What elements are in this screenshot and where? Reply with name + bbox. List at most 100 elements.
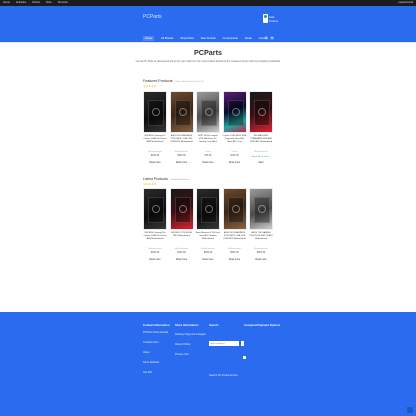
footer-link[interactable]: Delivery Payment Charges <box>175 333 206 336</box>
nav-item-shop[interactable]: Shop Parts <box>180 37 193 40</box>
product-image[interactable] <box>222 91 247 133</box>
product-image[interactable] <box>143 91 167 133</box>
search-input[interactable] <box>209 341 239 346</box>
product-title[interactable]: Corsair iCUE 4000X RGB Tempered Glass Mi… <box>223 135 247 144</box>
cart-summary[interactable]: Cart 0 Items <box>269 15 278 23</box>
nav-item-new[interactable]: New Arrivals <box>201 37 216 40</box>
product-card[interactable]: Asus Maximus Z790 Dark Hero ATX Gaming M… <box>196 188 220 268</box>
footer-payment: Accepted Payment Options <box>244 323 280 331</box>
site-logo[interactable]: PCParts <box>143 14 162 20</box>
product-card[interactable]: MSI B550 Gaming Pro Carbon LGA1700 Socke… <box>143 91 167 171</box>
product-category: Motherboards <box>227 248 242 250</box>
search-link[interactable]: Search for Products here <box>209 374 246 377</box>
product-price: $139.99 <box>230 155 239 157</box>
product-photo-fan <box>178 108 187 116</box>
product-image[interactable] <box>249 91 273 133</box>
footer-info: Store Information Delivery Payment Charg… <box>175 323 206 363</box>
product-photo-fan <box>231 108 240 116</box>
scroll-top-button[interactable] <box>407 407 413 413</box>
product-category: Motherboards <box>148 151 162 153</box>
product-card[interactable]: Corsair iCUE 4000X RGB Tempered Glass Mi… <box>222 91 247 171</box>
product-photo-fan <box>205 108 213 116</box>
read-more-button[interactable]: Read more <box>170 162 194 164</box>
footer-link[interactable]: Privacy Info <box>175 353 206 356</box>
intro-text: Get all PC Parts at discounted prices fo… <box>135 60 281 63</box>
footer-link[interactable]: About <box>143 351 170 354</box>
cart-icon[interactable]: ▤ <box>270 35 273 41</box>
nav-item-home[interactable]: Home <box>143 35 155 41</box>
nav-item-deals[interactable]: Deals <box>245 37 252 40</box>
product-image[interactable] <box>222 188 247 230</box>
product-card[interactable]: ASUS TUF GAMING Z790-PLUS WIFI D4 ATX Mo… <box>249 188 273 268</box>
product-title[interactable]: Asus Maximus Z790 Dark Hero ATX Gaming M… <box>196 232 220 241</box>
product-title[interactable]: MSI MPG Z790 EDGE WIFI Motherboard <box>170 232 194 238</box>
product-image[interactable] <box>169 188 194 230</box>
main-nav: Home All Brands Shop Parts New Arrivals … <box>0 34 416 42</box>
product-title[interactable]: ASUS TUF GAMING Z790-PLUS WIFI D4 ATX Mo… <box>249 232 273 241</box>
footer-link[interactable]: Return Policy <box>175 343 206 346</box>
search-button[interactable] <box>241 341 244 346</box>
star-rating: ★★★★★ <box>143 84 157 88</box>
product-photo-fan <box>231 205 240 213</box>
footer-contact: Contact Information PCParts Store Detail… <box>143 323 170 381</box>
product-image[interactable] <box>249 188 273 230</box>
product-photo-fan <box>258 108 266 116</box>
product-title[interactable]: NZXT H510 Compact ATX Mid-Tower PC Gamin… <box>196 135 220 144</box>
read-more-button[interactable]: Read more <box>170 259 194 261</box>
product-price: $699.99 <box>203 252 213 254</box>
footer-link[interactable]: PCParts Store Details <box>143 331 170 334</box>
read-more-button[interactable]: Read more <box>196 259 220 261</box>
product-price: $599.99 <box>230 252 239 254</box>
featured-heading: Featured Products Find a Best Deal For Y… <box>143 79 204 83</box>
nav-item-brands[interactable]: All Brands <box>161 37 173 40</box>
site-header: PCParts Cart 0 Items <box>0 6 416 34</box>
page-title: PCParts <box>194 48 222 57</box>
read-more-button[interactable]: Read more <box>143 162 167 164</box>
cart-count: 0 Items <box>269 19 279 23</box>
read-more-button[interactable]: Read more <box>223 259 247 261</box>
latest-products: MSI B550 Gaming Pro Carbon LGA1700 Socke… <box>143 188 273 268</box>
product-category: Motherboards <box>174 248 189 250</box>
latest-heading: Latest Products Newly Added Parts <box>143 177 189 181</box>
product-image[interactable] <box>143 188 167 230</box>
read-more-button[interactable]: Read more <box>143 259 167 261</box>
product-card[interactable]: MSI MAG B650 TOMAHAWK WIFI AM5 DDR5 ATX … <box>249 91 273 171</box>
read-more-button[interactable]: Read more <box>223 162 247 164</box>
latest-title: Latest Products <box>143 177 168 181</box>
featured-products: MSI B550 Gaming Pro Carbon LGA1700 Socke… <box>143 91 273 171</box>
footer-link[interactable]: Contact Form <box>143 341 170 344</box>
product-photo-fan <box>152 108 160 116</box>
product-photo-fan <box>178 205 187 213</box>
footer-heading: Store Information <box>175 323 199 327</box>
search-submit-button[interactable] <box>243 356 246 359</box>
product-title[interactable]: ASUS ROG MAXIMUS Z790 HERO LGA 1700 DDR5… <box>223 232 247 241</box>
nav-item-components[interactable]: Components <box>223 37 238 40</box>
product-image[interactable] <box>169 91 194 133</box>
product-title[interactable]: MSI B550 Gaming Pro Carbon LGA1700 Socke… <box>143 232 167 241</box>
featured-title: Featured Products <box>143 79 173 83</box>
product-card[interactable]: ASUS ROG MAXIMUS Z790 HERO LGA 1700 DDR5… <box>222 188 247 268</box>
footer-heading: Contact Information <box>143 323 170 327</box>
product-title[interactable]: MSI MAG B650 TOMAHAWK WIFI AM5 DDR5 ATX … <box>249 135 273 144</box>
site-footer: Contact Information PCParts Store Detail… <box>0 312 416 416</box>
product-card[interactable]: NZXT H510 Compact ATX Mid-Tower PC Gamin… <box>196 91 220 171</box>
product-title[interactable]: ASUS ROG MAXIMUS Z790 HERO LGA 1700 DDR5… <box>170 135 194 144</box>
product-image[interactable] <box>196 188 220 230</box>
product-card[interactable]: MSI B550 Gaming Pro Carbon LGA1700 Socke… <box>143 188 167 268</box>
read-more-button[interactable]: Read more <box>196 162 220 164</box>
footer-link[interactable]: Get Ref <box>143 371 170 374</box>
product-image[interactable] <box>196 91 220 133</box>
product-category: Motherboards <box>174 151 189 153</box>
product-card[interactable]: ASUS ROG MAXIMUS Z790 HERO LGA 1700 DDR5… <box>169 91 194 171</box>
footer-link[interactable]: Store Website <box>143 361 170 364</box>
read-more-button[interactable]: Sale! <box>249 162 273 164</box>
read-more-button[interactable]: Read more <box>249 259 273 261</box>
product-title[interactable]: MSI B550 Gaming Pro Carbon LGA1700 Socke… <box>143 135 167 144</box>
product-category: Motherboards <box>254 248 268 250</box>
search-icon[interactable]: ⚲ <box>265 35 267 41</box>
product-category: Motherboards <box>201 248 215 250</box>
product-category: Motherboards <box>254 151 268 153</box>
product-card[interactable]: MSI MPG Z790 EDGE WIFI Motherboard Mother… <box>169 188 194 268</box>
product-category: Motherboards <box>148 248 162 250</box>
cart-icon[interactable] <box>263 14 268 23</box>
